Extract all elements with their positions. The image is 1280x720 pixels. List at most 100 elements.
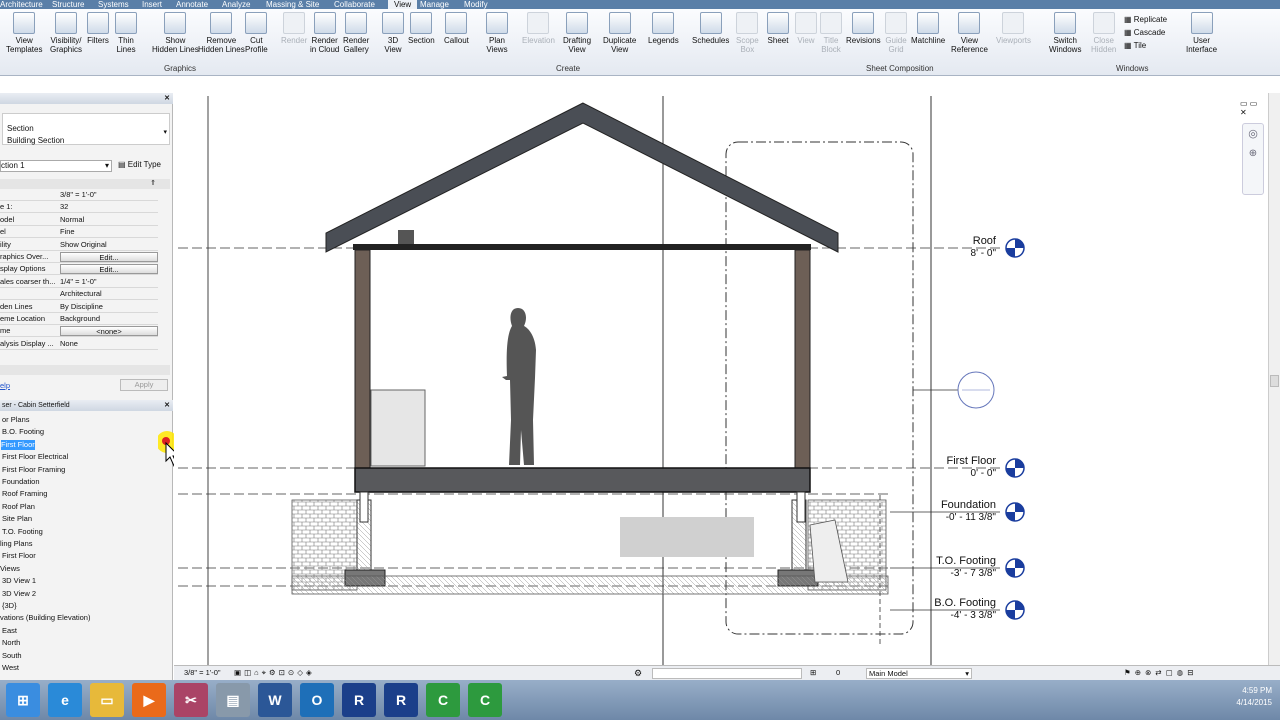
tab-massing-site[interactable]: Massing & Site xyxy=(266,0,319,9)
property-value[interactable]: Background xyxy=(60,313,158,325)
property-value[interactable]: Normal xyxy=(60,214,158,226)
ribbon-create-button-0[interactable]: 3D View xyxy=(382,12,404,54)
edit-type-button[interactable]: ▤ Edit Type xyxy=(118,160,161,169)
navigation-bar[interactable]: ◎ ⊕ xyxy=(1242,123,1264,195)
property-row[interactable]: Architectural xyxy=(0,288,158,301)
ribbon-create-button-1[interactable]: Section xyxy=(408,12,435,45)
ribbon-graphics-button-0[interactable]: View Templates xyxy=(6,12,42,54)
vertical-scrollbar[interactable] xyxy=(1268,93,1280,665)
ribbon-presentation-button-0[interactable]: Render xyxy=(281,12,307,45)
browser-tree-item[interactable]: 3D View 1 xyxy=(2,576,36,586)
property-edit-button[interactable]: <none> xyxy=(60,326,158,337)
browser-tree-item[interactable]: vations (Building Elevation) xyxy=(0,613,90,623)
property-row[interactable]: raphics Over... Edit... xyxy=(0,251,158,263)
browser-tree-item[interactable]: T.O. Footing xyxy=(2,527,43,537)
property-value[interactable]: 32 xyxy=(60,201,158,213)
browser-tree-item[interactable]: West xyxy=(2,663,19,673)
ribbon-create-button-3[interactable]: Plan Views xyxy=(486,12,508,54)
browser-tree-item[interactable]: First Floor xyxy=(2,551,36,561)
ribbon-sheet-button-7[interactable]: Viewports xyxy=(996,12,1031,45)
browser-tree-item[interactable]: First Floor xyxy=(1,439,35,450)
ribbon-windows-button-0[interactable]: Switch Windows xyxy=(1049,12,1081,54)
ribbon-create-button-7[interactable]: Legends xyxy=(648,12,679,45)
browser-tree-item[interactable]: First Floor Electrical xyxy=(2,452,68,462)
ribbon-create-button-6[interactable]: Duplicate View xyxy=(603,12,636,54)
browser-tree-item[interactable]: B.O. Footing xyxy=(2,427,44,437)
browser-tree-item[interactable]: Foundation xyxy=(2,477,40,487)
tab-annotate[interactable]: Annotate xyxy=(176,0,208,9)
browser-tree-item[interactable]: {3D} xyxy=(2,601,17,611)
taskbar-camtasia1-icon[interactable]: C xyxy=(426,683,460,717)
ribbon-sheet-button-1[interactable]: View xyxy=(795,12,817,45)
workset-dropdown[interactable] xyxy=(652,668,802,679)
ribbon-create-button-8[interactable]: Schedules xyxy=(692,12,729,45)
taskbar-word-icon[interactable]: W xyxy=(258,683,292,717)
tab-insert[interactable]: Insert xyxy=(142,0,162,9)
tab-architecture[interactable]: Architecture xyxy=(0,0,43,9)
property-value[interactable]: Fine xyxy=(60,226,158,238)
taskbar-media-icon[interactable]: ▶ xyxy=(132,683,166,717)
property-row[interactable]: splay Options Edit... xyxy=(0,263,158,276)
type-selector[interactable]: Section Building Section ▾ xyxy=(2,113,170,145)
browser-tree-item[interactable]: South xyxy=(2,651,22,661)
view-scale[interactable]: 3/8" = 1'-0" xyxy=(184,666,221,680)
ribbon-graphics-button-4[interactable]: Show Hidden Lines xyxy=(152,12,199,54)
zoom-icon[interactable]: ⊕ xyxy=(1243,144,1263,164)
tab-modify[interactable]: Modify xyxy=(464,0,488,9)
property-row[interactable]: me <none> xyxy=(0,325,158,338)
taskbar-outlook-icon[interactable]: O xyxy=(300,683,334,717)
taskbar-revit1-icon[interactable]: R xyxy=(342,683,376,717)
property-value[interactable]: 1/4" = 1'-0" xyxy=(60,276,158,288)
ribbon-sheet-button-4[interactable]: Guide Grid xyxy=(885,12,907,54)
ribbon-graphics-button-5[interactable]: Remove Hidden Lines xyxy=(198,12,245,54)
taskbar-revit2-icon[interactable]: R xyxy=(384,683,418,717)
property-value[interactable]: 3/8" = 1'-0" xyxy=(60,189,158,201)
level-name[interactable]: Foundation xyxy=(941,499,996,511)
ribbon-create-button-9[interactable]: Scope Box xyxy=(736,12,759,54)
properties-help-link[interactable]: elp xyxy=(0,381,10,390)
level-elevation[interactable]: -0' - 11 3/8" xyxy=(946,512,996,523)
window-tile-button[interactable]: ▦ Tile xyxy=(1124,41,1146,50)
ribbon-windows-button-1[interactable]: Close Hidden xyxy=(1091,12,1116,54)
taskbar-notes-icon[interactable]: ▤ xyxy=(216,683,250,717)
window-cascade-button[interactable]: ▦ Cascade xyxy=(1124,28,1165,37)
property-row[interactable]: den Lines By Discipline xyxy=(0,301,158,313)
browser-tree-item[interactable]: North xyxy=(2,638,20,648)
browser-tree-item[interactable]: Views xyxy=(0,564,20,574)
drawing-canvas[interactable]: ▭ ▭ ✕ ◎ ⊕ Roof 8' - 0" First Floor 0' - 0" F… xyxy=(174,93,1270,665)
property-row[interactable]: odel Normal xyxy=(0,214,158,226)
property-value[interactable]: Show Original xyxy=(60,239,158,251)
browser-tree-item[interactable]: 3D View 2 xyxy=(2,589,36,599)
ribbon-create-button-4[interactable]: Elevation xyxy=(522,12,555,45)
design-option-dropdown[interactable]: Main Model ▾ xyxy=(866,668,972,679)
taskbar-start-icon[interactable]: ⊞ xyxy=(6,683,40,717)
view-control-icons[interactable]: ▣◫⌂⌖⚙⊡⊙◇◈ xyxy=(234,666,315,680)
steering-wheel-icon[interactable]: ◎ xyxy=(1243,124,1263,144)
system-clock[interactable]: 4:59 PM 4/14/2015 xyxy=(1236,685,1272,709)
property-row[interactable]: 3/8" = 1'-0" xyxy=(0,189,158,201)
browser-tree-item[interactable]: First Floor Framing xyxy=(2,465,65,475)
close-icon[interactable]: ✕ xyxy=(164,93,170,104)
selection-filter-icons[interactable]: ⚑⊕⊗⇄▢◍⊟ xyxy=(1124,666,1198,680)
taskbar-explorer-icon[interactable]: ▭ xyxy=(90,683,124,717)
tab-analyze[interactable]: Analyze xyxy=(222,0,250,9)
level-elevation[interactable]: 0' - 0" xyxy=(971,468,996,479)
ribbon-graphics-button-2[interactable]: Filters xyxy=(87,12,109,45)
property-row[interactable]: eme Location Background xyxy=(0,313,158,325)
identity-group-header[interactable] xyxy=(0,365,170,375)
property-row[interactable]: ales coarser th... 1/4" = 1'-0" xyxy=(0,276,158,288)
ribbon-create-button-2[interactable]: Callout xyxy=(444,12,469,45)
ribbon-presentation-button-1[interactable]: Render in Cloud xyxy=(310,12,339,54)
window-controls[interactable]: ▭ ▭ ✕ xyxy=(1240,99,1264,117)
ribbon-sheet-button-0[interactable]: Sheet xyxy=(767,12,789,45)
apply-button[interactable]: Apply xyxy=(120,379,168,391)
tab-structure[interactable]: Structure xyxy=(52,0,84,9)
ribbon-presentation-button-2[interactable]: Render Gallery xyxy=(343,12,369,54)
property-row[interactable]: alysis Display ... None xyxy=(0,338,158,350)
tab-collaborate[interactable]: Collaborate xyxy=(334,0,375,9)
level-name[interactable]: T.O. Footing xyxy=(936,555,996,567)
browser-tree-item[interactable]: or Plans xyxy=(2,415,30,425)
ribbon-graphics-button-1[interactable]: Visibility/Graphics xyxy=(50,12,82,54)
instance-filter[interactable]: ction 1 ▾ xyxy=(0,160,112,172)
taskbar-snip-icon[interactable]: ✂ xyxy=(174,683,208,717)
